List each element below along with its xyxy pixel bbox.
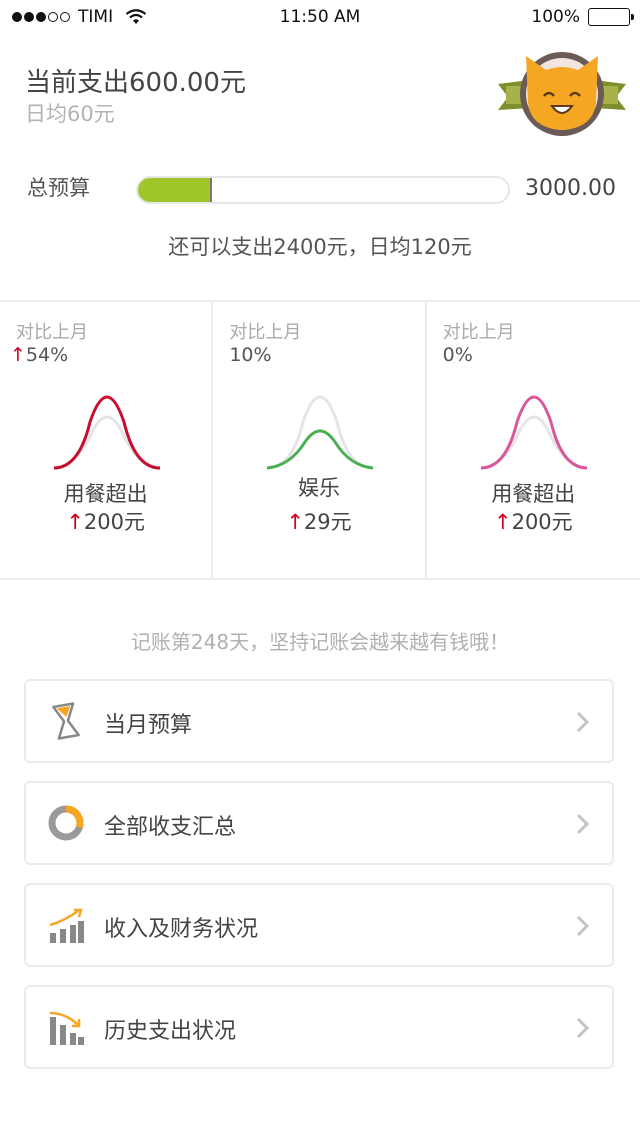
budget-progress-bar [136,176,510,204]
change-value: 10% [229,344,272,366]
bell-curve-icon [480,395,587,470]
budget-progress-fill [138,178,212,202]
menu-label: 历史支出状况 [104,1019,237,1044]
battery-area: 100% [531,7,634,27]
change-value: 54% [25,344,69,366]
hourglass-icon [52,702,80,740]
compare-label: 对比上月 [229,322,302,343]
compare-card-dining-2[interactable]: 对比上月 0% 用餐超出 ↑200元 [427,302,640,578]
menu-item-monthly-budget[interactable]: 当月预算 [24,679,614,763]
compare-category: 用餐超出 [63,482,148,506]
compare-category: 用餐超出 [491,482,576,506]
chevron-right-icon [576,915,590,937]
falling-bars-icon [49,1011,84,1045]
budget-label: 总预算 [27,176,90,200]
compare-category: 娱乐 [297,476,340,500]
up-arrow-icon: ↑ [286,510,304,534]
amount-value: 200元 [83,510,146,534]
amount-value: 29元 [303,510,352,534]
current-spending: 当前支出600.00元 [25,68,246,98]
bookkeeping-streak-slogan: 记账第248天，坚持记账会越来越有钱哦！ [130,630,510,654]
compare-amount: ↑200元 [0,506,211,536]
up-arrow-icon: ↑ [10,344,26,366]
bell-curve-icon [267,395,374,470]
status-bar: TIMI 11:50 AM 100% [0,0,640,34]
menu-item-income-finance[interactable]: 收入及财务状况 [24,883,614,967]
menu-item-history-spending[interactable]: 历史支出状况 [24,985,614,1069]
cat-mascot-badge-icon[interactable] [496,44,628,136]
chevron-right-icon [576,813,590,835]
rising-bars-icon [49,908,84,943]
change-value: 0% [442,344,473,366]
compare-card-dining[interactable]: 对比上月 ↑54% 用餐超出 ↑200元 [0,302,214,578]
battery-icon [588,8,634,26]
menu-label: 收入及财务状况 [104,917,259,942]
up-arrow-icon: ↑ [66,510,84,534]
compare-label: 对比上月 [16,322,88,343]
compare-change: ↑54% [10,344,68,366]
up-arrow-icon: ↑ [493,510,512,534]
chevron-right-icon [576,711,590,733]
donut-chart-icon [48,805,84,841]
compare-amount: ↑29元 [213,506,424,536]
compare-change: 10% [229,344,271,366]
daily-average: 日均60元 [25,102,115,126]
menu-label: 当月预算 [104,713,193,738]
menu-item-income-expense-summary[interactable]: 全部收支汇总 [24,781,614,865]
chevron-right-icon [576,1017,590,1039]
budget-remaining-text: 还可以支出2400元，日均120元 [168,235,472,259]
compare-label: 对比上月 [442,322,515,343]
budget-total: 3000.00 [525,176,616,201]
amount-value: 200元 [511,510,573,534]
compare-card-entertainment[interactable]: 对比上月 10% 娱乐 ↑29元 [213,302,427,578]
category-compare-section: 对比上月 ↑54% 用餐超出 ↑200元 对比上月 10% 娱乐 ↑29元 对比… [0,300,640,580]
compare-change: 0% [443,344,473,366]
bell-curve-icon [53,395,161,470]
compare-amount: ↑200元 [427,506,640,536]
menu-label: 全部收支汇总 [104,815,237,840]
battery-percent: 100% [531,7,580,27]
